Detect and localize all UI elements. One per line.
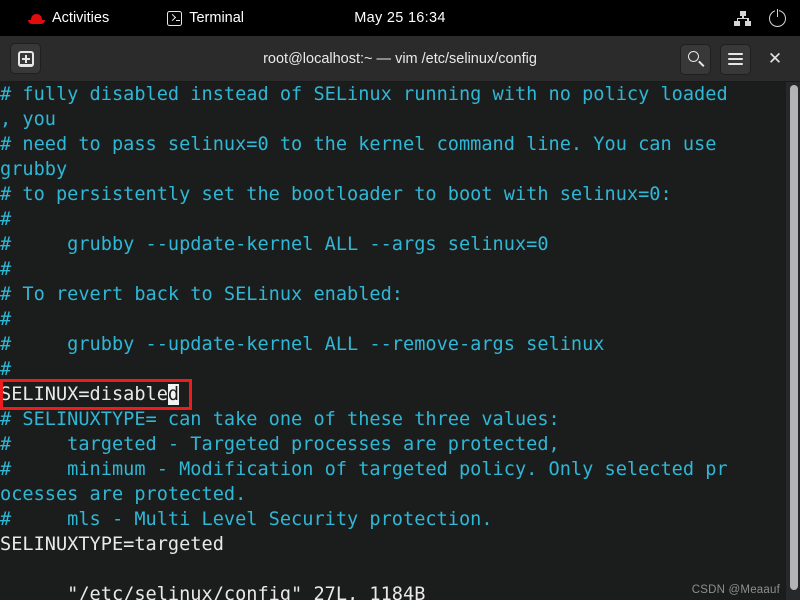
app-menu-terminal[interactable]: Terminal (159, 0, 252, 36)
vim-status-line: "/etc/selinux/config" 27L, 1184B 22,16 B… (0, 557, 800, 600)
power-icon[interactable] (769, 7, 786, 27)
hamburger-menu-icon (728, 53, 743, 65)
terminal-line-text: # (0, 309, 12, 330)
terminal-line: SELINUX=disabled (0, 382, 180, 407)
clock-area: May 25 16:34 (0, 0, 800, 36)
terminal-line-text: # to persistently set the bootloader to … (0, 184, 672, 205)
search-button[interactable] (680, 43, 711, 75)
system-status-area (734, 0, 786, 36)
activities-label: Activities (52, 10, 110, 26)
window-title-bar: root@localhost:~ — vim /etc/selinux/conf… (0, 36, 800, 82)
app-menu-label: Terminal (189, 10, 245, 26)
scrollbar-thumb[interactable] (789, 85, 798, 590)
terminal-line-text: # To revert back to SELinux enabled: (0, 284, 403, 305)
terminal-line: # mls - Multi Level Security protection. (0, 507, 493, 532)
terminal-line-text: # fully disabled instead of SELinux runn… (0, 84, 728, 105)
terminal-line-text: # SELINUXTYPE= can take one of these thr… (0, 409, 560, 430)
terminal-line: grubby (0, 157, 67, 182)
terminal-line: SELINUXTYPE=targeted (0, 532, 224, 557)
redhat-logo-icon (28, 11, 45, 25)
close-button[interactable]: ✕ (760, 44, 790, 75)
network-workgroup-icon[interactable] (734, 10, 751, 26)
terminal-line: # SELINUXTYPE= can take one of these thr… (0, 407, 560, 432)
search-icon (687, 51, 704, 67)
status-file-info: "/etc/selinux/config" 27L, 1184B (67, 584, 426, 600)
clock-label[interactable]: May 25 16:34 (354, 10, 445, 26)
terminal-line: # need to pass selinux=0 to the kernel c… (0, 132, 716, 157)
terminal-line-text: # minimum - Modification of targeted pol… (0, 459, 728, 480)
terminal-line-text: SELINUX=disable (0, 384, 168, 405)
terminal-line-text: grubby (0, 159, 68, 180)
terminal-line: # (0, 257, 11, 282)
close-icon: ✕ (767, 49, 783, 68)
terminal-line: # To revert back to SELinux enabled: (0, 282, 403, 307)
terminal-line: # to persistently set the bootloader to … (0, 182, 672, 207)
terminal-line-text: # (0, 359, 12, 380)
terminal-line: # (0, 207, 11, 232)
terminal-body[interactable]: # fully disabled instead of SELinux runn… (0, 82, 800, 600)
terminal-line-text: ocesses are protected. (0, 484, 247, 505)
activities-button[interactable]: Activities (20, 0, 117, 36)
new-tab-icon (17, 50, 34, 67)
terminal-line-text: # (0, 209, 12, 230)
menu-button[interactable] (720, 43, 751, 75)
terminal-line: # (0, 307, 11, 332)
new-tab-button[interactable] (10, 43, 41, 74)
terminal-line: # targeted - Targeted processes are prot… (0, 432, 560, 457)
terminal-line: # grubby --update-kernel ALL --remove-ar… (0, 332, 605, 357)
terminal-line-text: # need to pass selinux=0 to the kernel c… (0, 134, 717, 155)
terminal-line-text: # targeted - Targeted processes are prot… (0, 434, 560, 455)
terminal-scrollbar[interactable] (786, 82, 800, 600)
terminal-icon (167, 10, 183, 26)
terminal-line-text: , you (0, 109, 56, 130)
terminal-line: , you (0, 107, 56, 132)
screen: Activities Terminal May 25 16:34 root@lo… (0, 0, 800, 600)
terminal-line: ocesses are protected. (0, 482, 246, 507)
terminal-line: # (0, 357, 11, 382)
terminal-line-text: # grubby --update-kernel ALL --remove-ar… (0, 334, 605, 355)
terminal-line: # grubby --update-kernel ALL --args seli… (0, 232, 549, 257)
text-cursor: d (167, 384, 180, 405)
watermark: CSDN @Meaauf (691, 584, 780, 596)
terminal-line-text: # (0, 259, 12, 280)
terminal-line-text: # grubby --update-kernel ALL --args seli… (0, 234, 549, 255)
terminal-line-text: SELINUXTYPE=targeted (0, 534, 224, 555)
terminal-line-text: # mls - Multi Level Security protection. (0, 509, 493, 530)
gnome-top-bar: Activities Terminal May 25 16:34 (0, 0, 800, 36)
terminal-line: # minimum - Modification of targeted pol… (0, 457, 728, 482)
terminal-line: # fully disabled instead of SELinux runn… (0, 82, 728, 107)
title-bar-controls: ✕ (680, 36, 790, 82)
